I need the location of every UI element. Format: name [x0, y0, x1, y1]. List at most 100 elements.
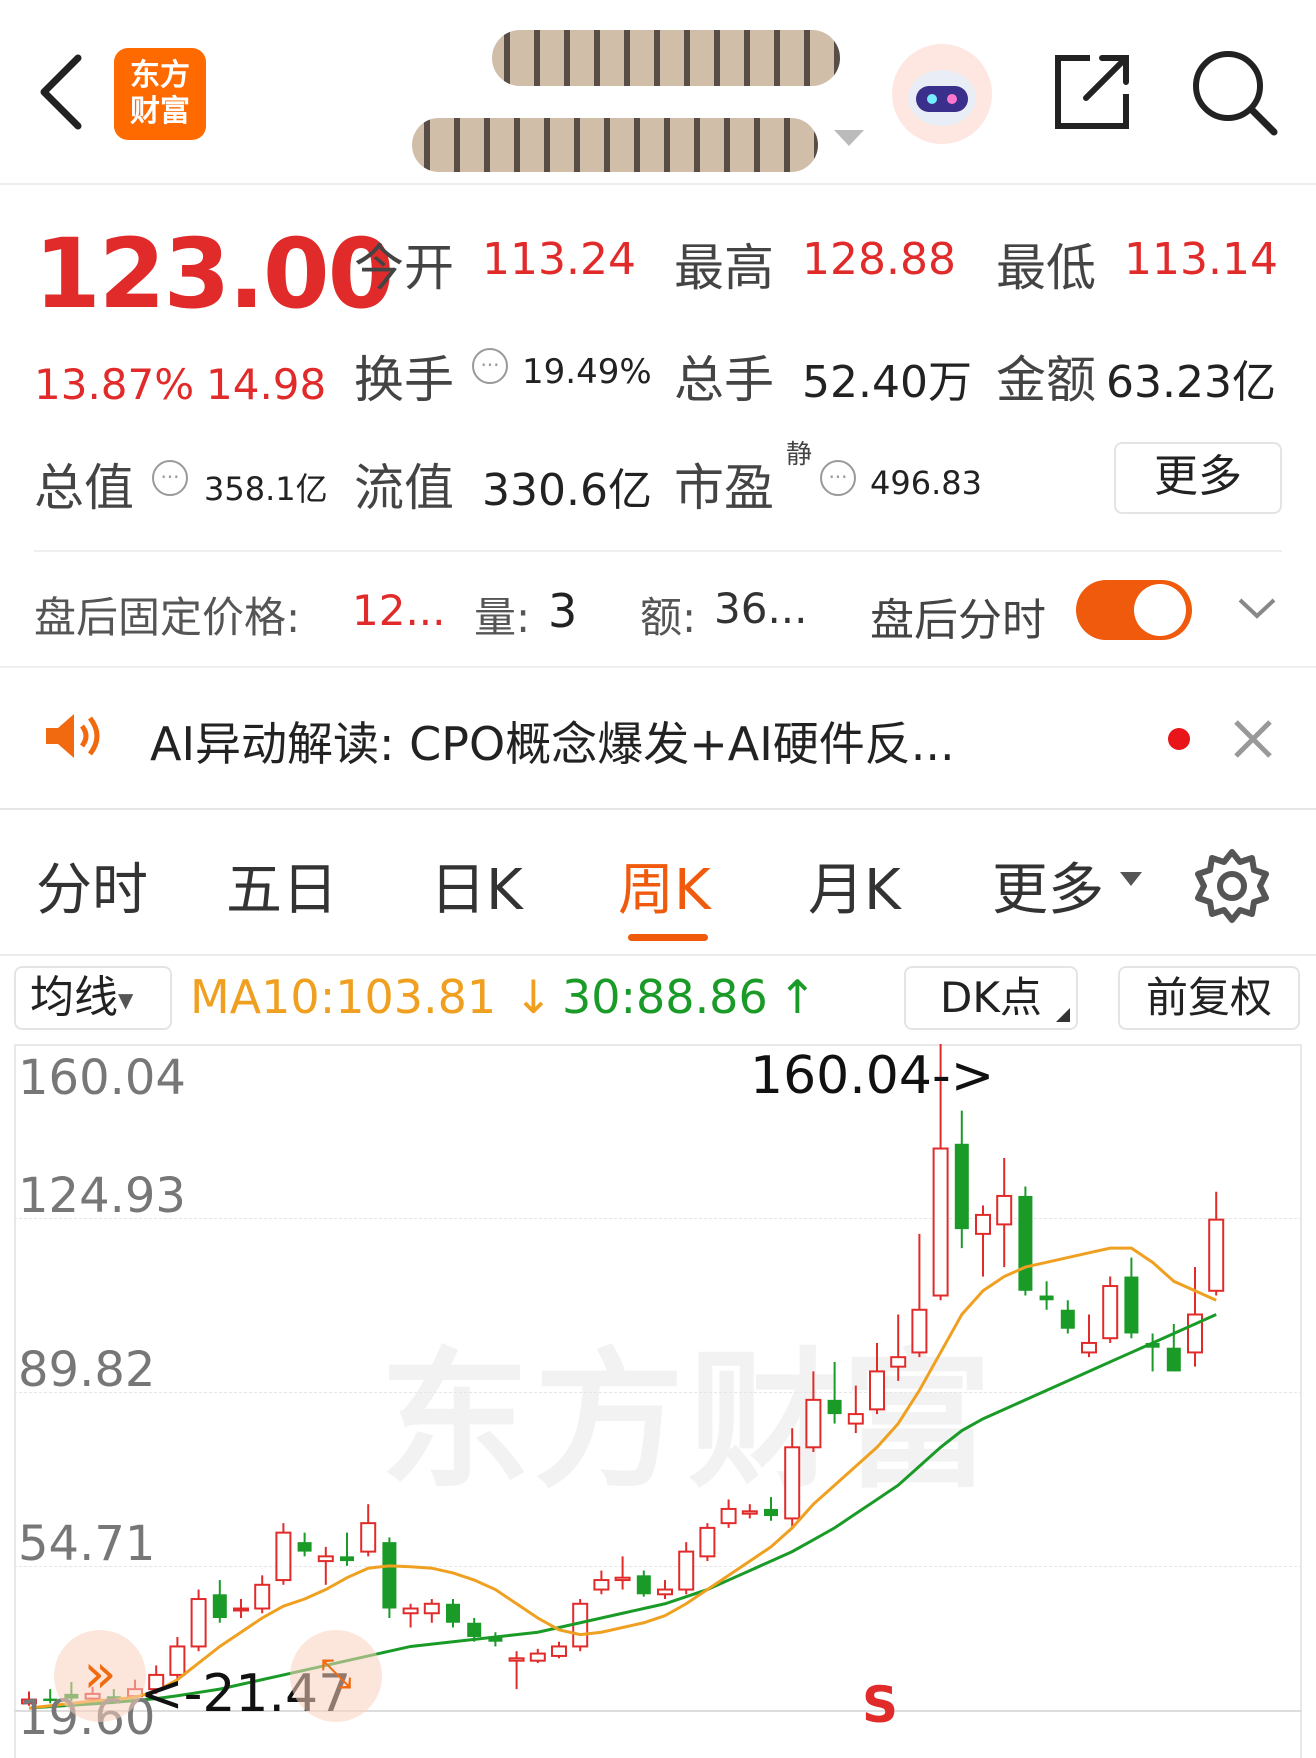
candle [297, 1532, 312, 1557]
candle-body [741, 1510, 758, 1515]
low-label: 最低 [996, 239, 1096, 297]
candle-body [657, 1588, 673, 1596]
candle [699, 1523, 716, 1562]
ai-banner-text: AI异动解读: CPO概念爆发+AI硬件反... [150, 717, 955, 771]
candle-body [847, 1413, 864, 1425]
candle [402, 1603, 419, 1628]
ma-select-label: 均线 [30, 972, 118, 1023]
tab-intraday[interactable]: 分时 [36, 845, 148, 926]
candle [488, 1632, 503, 1647]
info-dots-icon[interactable]: ··· [152, 460, 188, 496]
candle-body [1081, 1341, 1097, 1354]
candle-body [254, 1583, 271, 1610]
chevron-left-icon[interactable] [36, 52, 86, 132]
volume-label: 总手 [674, 351, 774, 409]
candle-body [190, 1598, 207, 1648]
last-price: 123.00 [34, 218, 394, 330]
candle [827, 1361, 842, 1424]
candle-body [932, 1147, 949, 1297]
turnover-value: 19.49% [522, 352, 652, 392]
caret-down-icon [1120, 872, 1142, 886]
candle [1102, 1276, 1119, 1343]
candle-body [805, 1398, 822, 1449]
y-tick-label: 89.82 [18, 1342, 156, 1398]
ma-select[interactable]: 均线▼ [14, 966, 172, 1030]
double-chevron-right-icon[interactable]: » [54, 1630, 146, 1722]
candle [446, 1599, 460, 1628]
volume-value: 52.40万 [802, 357, 972, 408]
caret-down-icon[interactable] [834, 130, 864, 148]
candle-body [340, 1556, 354, 1562]
candle [784, 1428, 801, 1528]
candle [890, 1314, 907, 1381]
candle-body [593, 1579, 610, 1591]
toggle-knob [1134, 584, 1186, 636]
high-value: 128.88 [802, 234, 956, 285]
candle [911, 1233, 928, 1358]
candle [1060, 1300, 1075, 1334]
gear-icon[interactable] [1192, 846, 1272, 926]
search-icon[interactable] [1190, 48, 1278, 136]
market-cap-label: 总值 [34, 459, 134, 517]
redacted-stock-code [412, 118, 818, 172]
float-cap-label: 流值 [354, 459, 454, 517]
tab-monthly-k[interactable]: 月K [808, 845, 901, 926]
tab-more[interactable]: 更多 [992, 845, 1104, 926]
robot-avatar-icon[interactable] [890, 42, 994, 146]
candle-body [975, 1213, 991, 1235]
candle [741, 1504, 758, 1519]
float-cap-value: 330.6亿 [482, 465, 652, 516]
candle [720, 1499, 737, 1528]
pe-label: 市盈 [674, 459, 774, 517]
kline-chart[interactable] [0, 1044, 1316, 1758]
candle [254, 1575, 271, 1614]
candle [1081, 1314, 1097, 1358]
candle-body [233, 1607, 249, 1612]
corner-triangle-icon [1056, 1008, 1070, 1022]
after-hours-qty: 3 [548, 584, 578, 638]
open-label: 今开 [354, 239, 454, 297]
max-price-label: 160.04-> [750, 1046, 995, 1106]
after-hours-toggle[interactable] [1076, 580, 1192, 640]
after-hours-price-label: 盘后固定价格: [34, 593, 301, 642]
candle [317, 1546, 334, 1585]
adjust-button[interactable]: 前复权 [1118, 966, 1300, 1030]
ma30-value: 30:88.86 [562, 970, 768, 1024]
turnover-label: 换手 [354, 351, 454, 409]
chevron-down-icon[interactable] [1236, 594, 1278, 624]
close-icon[interactable] [1232, 718, 1274, 760]
sell-signal-marker: S [862, 1676, 899, 1734]
ma10-value: MA10:103.81 [190, 970, 497, 1024]
change-amount: 14.98 [206, 360, 327, 409]
active-tab-indicator [628, 934, 708, 941]
expand-diagonal-icon[interactable]: ⤡ [290, 1630, 382, 1722]
candle [1018, 1186, 1033, 1296]
dk-point-button[interactable]: DK点 [904, 966, 1078, 1030]
divider [0, 954, 1316, 956]
candle-body [827, 1399, 842, 1415]
more-quote-button[interactable]: 更多 [1114, 442, 1282, 514]
tab-weekly-k[interactable]: 周K [618, 845, 711, 926]
candle [529, 1648, 546, 1664]
candle [636, 1570, 651, 1597]
unread-dot [1168, 728, 1190, 750]
candle [996, 1158, 1013, 1268]
after-hours-price: 12... [352, 586, 446, 635]
candle [847, 1385, 864, 1434]
candle [657, 1580, 673, 1600]
info-dots-icon[interactable]: ··· [472, 348, 508, 384]
divider [0, 666, 1316, 668]
candle [678, 1542, 695, 1595]
candle-body [890, 1356, 907, 1368]
info-dots-icon[interactable]: ··· [820, 460, 856, 496]
candle [423, 1599, 440, 1623]
candle-body [382, 1542, 397, 1609]
tab-five-day[interactable]: 五日 [226, 845, 338, 926]
tab-daily-k[interactable]: 日K [430, 845, 523, 926]
candle-body [1166, 1347, 1181, 1372]
top-nav-bar: 东方 财富 [0, 0, 1316, 185]
candle [869, 1342, 885, 1415]
share-icon[interactable] [1050, 50, 1134, 134]
candle-body [699, 1526, 716, 1558]
ma30-up-arrow-icon: ↑ [778, 970, 817, 1024]
